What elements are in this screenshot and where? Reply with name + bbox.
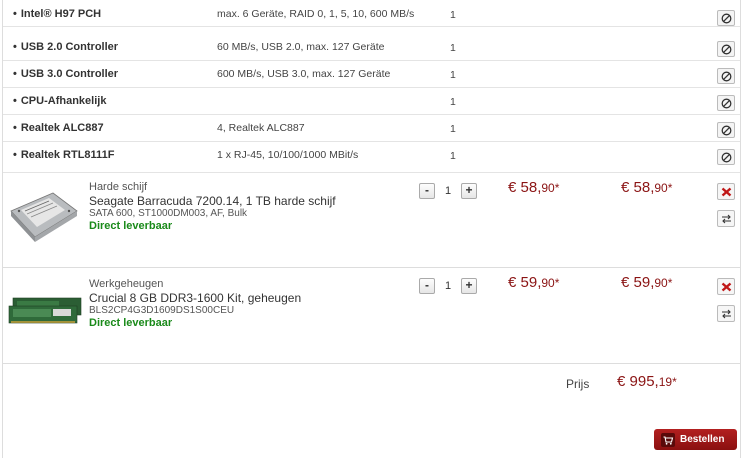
product-category: Harde schijf [89,181,148,193]
disable-button[interactable] [717,10,735,26]
line-total-price: € 58,90* [621,179,672,196]
product-spec: BLS2CP4G3D1609DS1S00CEU [89,305,235,316]
unit-price-cents: 90* [541,276,560,290]
total-price-cents: 19* [658,375,677,389]
sub-component-row: USB 2.0 Controller 60 MB/s, USB 2.0, max… [3,34,740,61]
disable-icon [721,13,732,24]
quantity-stepper: - 1 + [419,278,477,294]
disable-icon [721,98,732,109]
cart-product-row: Werkgeheugen Crucial 8 GB DDR3-1600 Kit,… [3,268,740,364]
product-title-link[interactable]: Seagate Barracuda 7200.14, 1 TB harde sc… [89,194,336,208]
total-price: € 995,19* [617,373,677,390]
disable-button[interactable] [717,149,735,165]
order-button[interactable]: Bestellen [654,429,737,450]
sub-component-spec: 1 x RJ-45, 10/100/1000 MBit/s [217,149,359,161]
quantity-value[interactable]: 1 [435,185,461,197]
unit-price-main: € 59, [508,274,542,291]
swap-item-button[interactable] [717,305,735,322]
hdd-image[interactable] [7,189,81,245]
disable-button[interactable] [717,122,735,138]
decrease-quantity-button[interactable]: - [419,278,435,294]
sub-component-row: CPU-Afhankelijk 1 [3,88,740,115]
quantity-stepper: - 1 + [419,183,477,199]
unit-price-main: € 58, [508,179,542,196]
sub-component-name: Intel® H97 PCH [13,8,101,20]
quantity-value[interactable]: 1 [435,280,461,292]
disable-icon [721,44,732,55]
disable-icon [721,71,732,82]
unit-price: € 59,90* [508,274,559,291]
swap-arrows-icon [722,309,731,319]
line-total-cents: 90* [654,181,673,195]
sub-component-row: USB 3.0 Controller 600 MB/s, USB 3.0, ma… [3,61,740,88]
disable-button[interactable] [717,68,735,84]
sub-component-qty: 1 [450,42,456,54]
availability-status: Direct leverbaar [89,220,173,232]
disable-icon [721,125,732,136]
disable-button[interactable] [717,41,735,57]
sub-component-qty: 1 [450,123,456,135]
product-category: Werkgeheugen [89,278,164,290]
product-info: Harde schijf Seagate Barracuda 7200.14, … [89,181,336,233]
total-price-label: Prijs [566,377,590,391]
sub-component-row: Realtek ALC887 4, Realtek ALC887 1 [3,115,740,142]
product-info: Werkgeheugen Crucial 8 GB DDR3-1600 Kit,… [89,278,301,330]
cart-panel: Intel® H97 PCH max. 6 Geräte, RAID 0, 1,… [2,0,741,458]
sub-component-spec: 600 MB/s, USB 3.0, max. 127 Geräte [217,68,391,80]
sub-component-spec: 60 MB/s, USB 2.0, max. 127 Geräte [217,41,385,53]
sub-component-name: Realtek RTL8111F [13,149,115,161]
sub-component-row: Realtek RTL8111F 1 x RJ-45, 10/100/1000 … [3,142,740,173]
sub-component-qty: 1 [450,9,456,21]
close-icon [721,187,732,197]
decrease-quantity-button[interactable]: - [419,183,435,199]
sub-component-qty: 1 [450,150,456,162]
swap-item-button[interactable] [717,210,735,227]
line-total-cents: 90* [654,276,673,290]
sub-component-name: Realtek ALC887 [13,122,104,134]
cart-product-row: Harde schijf Seagate Barracuda 7200.14, … [3,173,740,268]
disable-icon [721,152,732,163]
product-spec: SATA 600, ST1000DM003, AF, Bulk [89,208,248,219]
swap-arrows-icon [722,214,731,224]
remove-item-button[interactable] [717,278,735,295]
sub-component-spec: 4, Realtek ALC887 [217,122,305,134]
sub-component-name: USB 2.0 Controller [13,41,118,53]
close-icon [721,282,732,292]
sub-component-row: Intel® H97 PCH max. 6 Geräte, RAID 0, 1,… [3,0,740,27]
sub-component-qty: 1 [450,69,456,81]
unit-price: € 58,90* [508,179,559,196]
remove-item-button[interactable] [717,183,735,200]
ram-image[interactable] [7,296,83,326]
sub-component-name: CPU-Afhankelijk [13,95,107,107]
availability-status: Direct leverbaar [89,317,173,329]
order-button-label: Bestellen [680,434,725,445]
cart-icon [661,432,675,447]
disable-button[interactable] [717,95,735,111]
unit-price-cents: 90* [541,181,560,195]
line-total-main: € 58, [621,179,655,196]
line-total-main: € 59, [621,274,655,291]
product-title-link[interactable]: Crucial 8 GB DDR3-1600 Kit, geheugen [89,291,301,305]
line-total-price: € 59,90* [621,274,672,291]
sub-component-qty: 1 [450,96,456,108]
increase-quantity-button[interactable]: + [461,278,477,294]
sub-component-spec: max. 6 Geräte, RAID 0, 1, 5, 10, 600 MB/… [217,8,415,20]
sub-component-name: USB 3.0 Controller [13,68,118,80]
increase-quantity-button[interactable]: + [461,183,477,199]
total-price-main: € 995, [617,373,659,390]
